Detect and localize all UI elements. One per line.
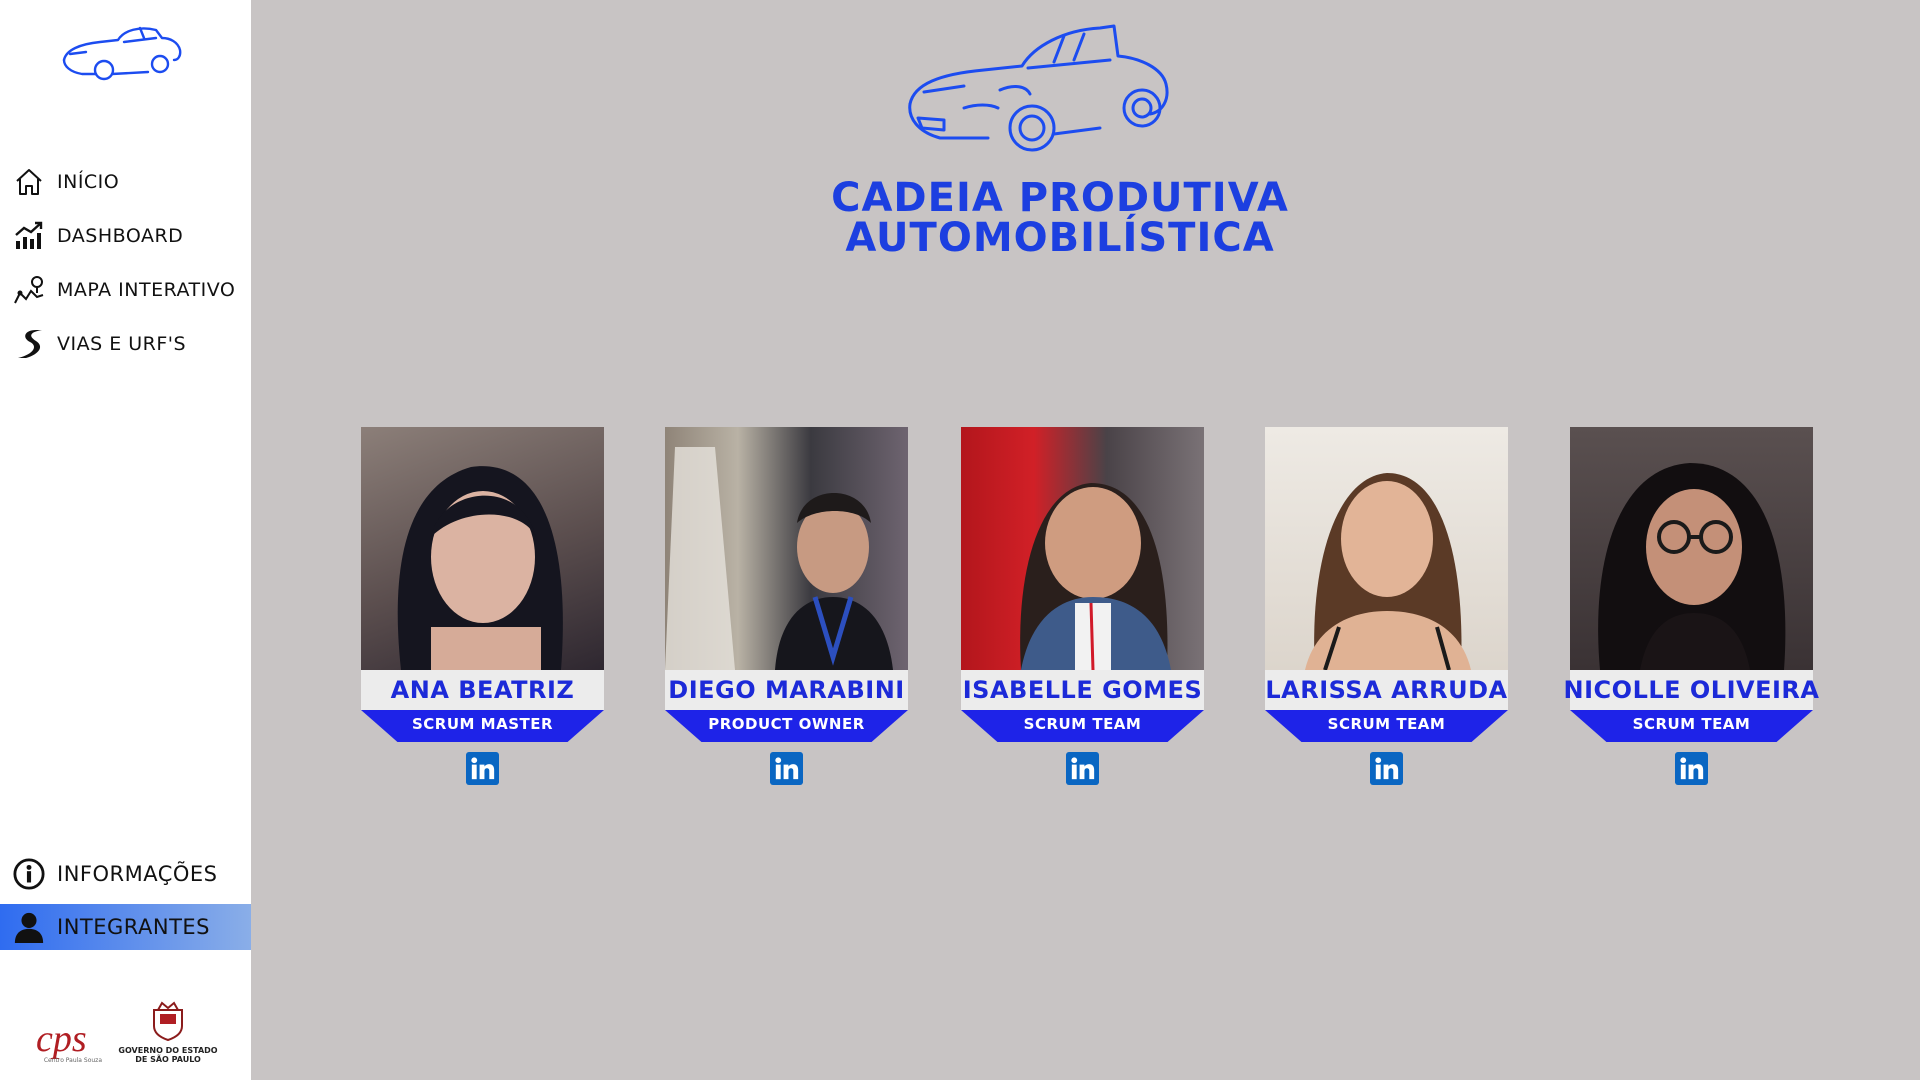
linkedin-icon[interactable]: [1675, 752, 1708, 785]
linkedin-icon[interactable]: [770, 752, 803, 785]
member-photo: [1265, 427, 1508, 670]
chart-trend-icon: [13, 220, 45, 252]
page-title-line-1: CADEIA PRODUTIVA: [831, 175, 1289, 221]
gov-sp-crest-icon: [153, 1001, 183, 1042]
person-icon: [13, 911, 45, 943]
member-role: PRODUCT OWNER: [665, 710, 908, 742]
member-name: ANA BEATRIZ: [361, 670, 604, 710]
linkedin-icon[interactable]: [1066, 752, 1099, 785]
cps-caption: Centro Paula Souza: [43, 1057, 102, 1064]
nav-item-label: INFORMAÇÕES: [57, 862, 218, 886]
page-title-line-2: AUTOMOBILÍSTICA: [845, 215, 1275, 261]
car-logo-icon[interactable]: [60, 20, 184, 86]
team-card: DIEGO MARABINI PRODUCT OWNER: [665, 427, 908, 785]
nav-item-vias-e-urfs[interactable]: VIAS E URF'S: [0, 317, 251, 371]
car-hero-icon: [908, 24, 1169, 152]
member-name: LARISSA ARRUDA: [1265, 670, 1508, 710]
member-photo: [1570, 427, 1813, 670]
gov-caption-2: DE SÃO PAULO: [135, 1055, 201, 1064]
gov-caption-1: GOVERNO DO ESTADO: [118, 1046, 218, 1055]
member-role: SCRUM TEAM: [1570, 710, 1813, 742]
gov-sp-logo: GOVERNO DO ESTADO DE SÃO PAULO: [118, 1000, 218, 1064]
nav-item-dashboard[interactable]: DASHBOARD: [0, 209, 251, 263]
nav-item-mapa-interativo[interactable]: MAPA INTERATIVO: [0, 263, 251, 317]
team-members: ANA BEATRIZ SCRUM MASTER DIEGO MARABINI …: [0, 427, 1920, 807]
linkedin-icon[interactable]: [1370, 752, 1403, 785]
nav-item-label: MAPA INTERATIVO: [57, 279, 236, 301]
member-photo: [961, 427, 1204, 670]
member-role: SCRUM TEAM: [961, 710, 1204, 742]
home-icon: [13, 166, 45, 198]
linkedin-icon[interactable]: [466, 752, 499, 785]
member-name: NICOLLE OLIVEIRA: [1564, 670, 1819, 710]
nav-item-label: INÍCIO: [57, 171, 120, 193]
map-pin-icon: [13, 274, 45, 306]
member-role: SCRUM MASTER: [361, 710, 604, 742]
secondary-nav: INFORMAÇÕES INTEGRANTES: [0, 846, 251, 950]
team-card: ISABELLE GOMES SCRUM TEAM: [961, 427, 1204, 785]
nav-item-integrantes[interactable]: INTEGRANTES: [0, 904, 251, 950]
nav-item-label: INTEGRANTES: [57, 915, 211, 939]
member-name: DIEGO MARABINI: [665, 670, 908, 710]
sponsor-logos: cps Centro Paula Souza GOVERNO DO ESTADO…: [34, 1000, 218, 1064]
cps-logo: cps Centro Paula Souza: [34, 1017, 102, 1064]
nav-item-inicio[interactable]: INÍCIO: [0, 155, 251, 209]
nav-item-informacoes[interactable]: INFORMAÇÕES: [0, 846, 251, 902]
nav-item-label: VIAS E URF'S: [57, 333, 187, 355]
team-card: NICOLLE OLIVEIRA SCRUM TEAM: [1564, 427, 1819, 785]
page-title: CADEIA PRODUTIVA AUTOMOBILÍSTICA: [760, 178, 1360, 258]
info-icon: [13, 858, 45, 890]
member-name: ISABELLE GOMES: [961, 670, 1204, 710]
member-photo: [361, 427, 604, 670]
member-role: SCRUM TEAM: [1265, 710, 1508, 742]
team-card: LARISSA ARRUDA SCRUM TEAM: [1265, 427, 1508, 785]
team-card: ANA BEATRIZ SCRUM MASTER: [361, 427, 604, 785]
svg-text:cps: cps: [36, 1018, 87, 1060]
main-nav: INÍCIO DASHBOARD MAPA INTERATIVO VIAS E …: [0, 155, 251, 371]
nav-item-label: DASHBOARD: [57, 225, 184, 247]
road-icon: [13, 328, 45, 360]
member-photo: [665, 427, 908, 670]
